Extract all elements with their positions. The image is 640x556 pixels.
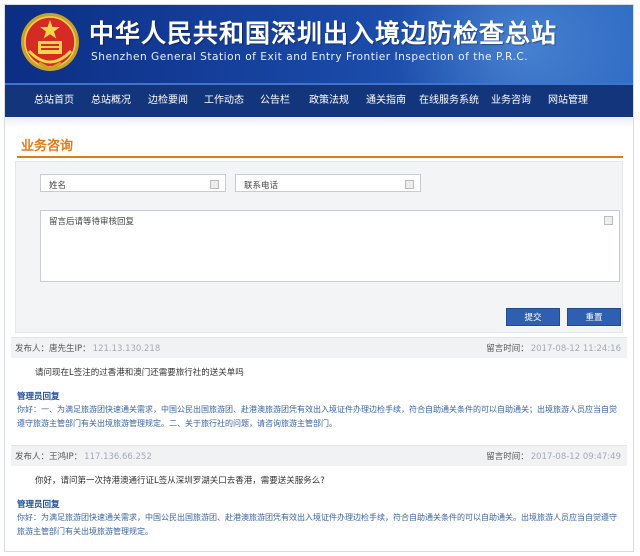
site-banner: 中华人民共和国深圳出入境边防检查总站 Shenzhen General Stat…: [5, 5, 633, 83]
comment-header: 发布人：唐先生IP： 121.13.130.218 留言时间： 2017-08-12…: [11, 337, 627, 358]
admin-reply-label: 管理员回复: [17, 392, 60, 402]
nav-customs-guide[interactable]: 通关指南: [366, 85, 406, 117]
site-subtitle: Shenzhen General Station of Exit and Ent…: [91, 51, 529, 63]
nav-online-services[interactable]: 在线服务系统: [419, 85, 479, 117]
submit-button[interactable]: 提交: [506, 308, 560, 326]
consultation-form: 姓名 联系电话 留言后请等待审核回复 提交 重置: [15, 161, 623, 333]
poster-ip: 117.136.66.252: [84, 452, 152, 462]
comment-header: 发布人：王鸿IP： 117.136.66.252 留言时间： 2017-08-12 …: [11, 445, 627, 466]
section-title: 业务咨询: [21, 139, 74, 154]
field-icon: [210, 180, 219, 189]
poster-name: 王鸿IP：: [49, 452, 83, 462]
comment-item: 发布人：王鸿IP： 117.136.66.252 留言时间： 2017-08-12 …: [5, 445, 633, 551]
national-emblem-icon: [21, 13, 79, 71]
admin-reply-text: 你好：一、为满足旅游团快速通关需求，中国公民出国旅游团、赴港澳旅游团凭有效出入境…: [17, 405, 617, 428]
message-textarea[interactable]: 留言后请等待审核回复: [40, 210, 620, 282]
reset-button[interactable]: 重置: [567, 308, 621, 326]
section-divider: [17, 156, 623, 158]
comment-item: 发布人：唐先生IP： 121.13.130.218 留言时间： 2017-08-12…: [5, 337, 633, 441]
nav-site-admin[interactable]: 网站管理: [548, 85, 588, 117]
nav-consultation[interactable]: 业务咨询: [491, 85, 531, 117]
main-nav: 总站首页 总站概况 边检要闻 工作动态 公告栏 政策法规 通关指南 在线服务系统…: [5, 83, 633, 117]
nav-overview[interactable]: 总站概况: [91, 85, 131, 117]
poster-name: 唐先生IP：: [49, 344, 91, 354]
site-title: 中华人民共和国深圳出入境边防检查总站: [89, 19, 558, 48]
poster-ip: 121.13.130.218: [92, 344, 161, 354]
nav-notices[interactable]: 公告栏: [260, 85, 290, 117]
post-time: 2017-08-12 09:47:49: [530, 452, 621, 462]
nav-policies[interactable]: 政策法规: [309, 85, 349, 117]
comment-question: 请问现在L签注的过香港和澳门还需要旅行社的送关单吗: [35, 368, 244, 378]
phone-field[interactable]: 联系电话: [235, 174, 421, 192]
field-icon: [405, 180, 414, 189]
nav-work-updates[interactable]: 工作动态: [204, 85, 244, 117]
admin-reply-label: 管理员回复: [17, 500, 60, 510]
admin-reply-text: 你好：为满足旅游团快速通关需求，中国公民出国旅游团、赴港澳旅游团凭有效出入境证件…: [17, 513, 617, 536]
nav-news[interactable]: 边检要闻: [148, 85, 188, 117]
resize-icon: [604, 216, 613, 225]
post-time: 2017-08-12 11:24:16: [530, 344, 621, 354]
name-field[interactable]: 姓名: [40, 174, 226, 192]
comment-question: 你好，请问第一次持港澳通行证L签从深圳罗湖关口去香港，需要送关服务么?: [35, 476, 325, 486]
page-frame: 中华人民共和国深圳出入境边防检查总站 Shenzhen General Stat…: [4, 4, 634, 552]
nav-home[interactable]: 总站首页: [34, 85, 74, 117]
